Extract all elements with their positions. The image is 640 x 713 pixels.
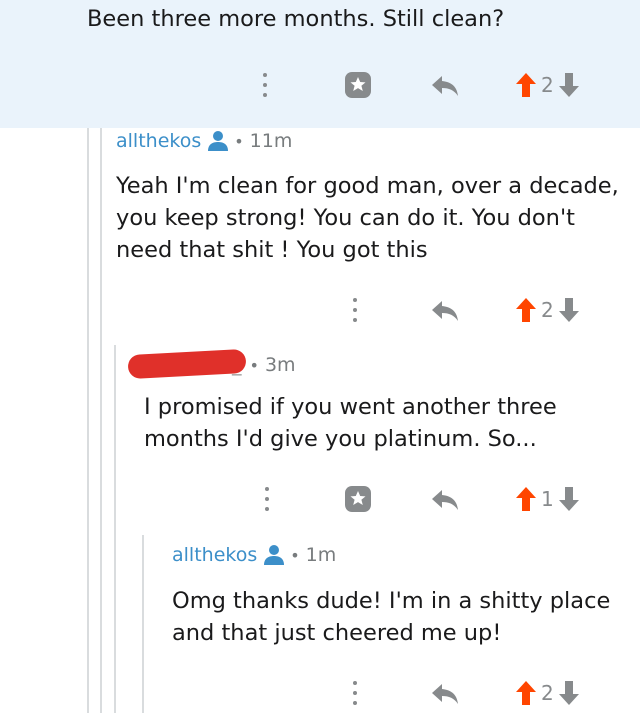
vote-score: 2 (541, 73, 554, 97)
reply-icon[interactable] (428, 680, 462, 708)
vote-score: 2 (541, 681, 554, 705)
comment-timestamp: 11m (249, 130, 293, 152)
comment-body: Yeah I'm clean for good man, over a deca… (116, 173, 619, 263)
username-link[interactable]: allthekos (172, 544, 257, 566)
redaction-mark (127, 348, 247, 380)
comment-body: I promised if you went another three mon… (144, 394, 557, 452)
vote-score: 1 (541, 487, 554, 511)
more-options-icon[interactable] (350, 678, 360, 708)
vote-controls: 1 (515, 484, 580, 514)
upvote-icon[interactable] (515, 72, 537, 98)
thread-line-level-1[interactable] (87, 128, 89, 713)
downvote-icon[interactable] (558, 486, 580, 512)
downvote-icon[interactable] (558, 297, 580, 323)
thread-line-level-3[interactable] (114, 345, 116, 713)
upvote-icon[interactable] (515, 680, 537, 706)
award-icon[interactable] (341, 68, 375, 102)
parent-comment-text: Been three more months. Still clean? (87, 6, 505, 32)
op-user-icon (264, 545, 285, 565)
more-options-icon[interactable] (262, 484, 272, 514)
thread-line-level-2[interactable] (100, 128, 102, 713)
reply-icon[interactable] (428, 486, 462, 514)
comment-body: Omg thanks dude! I'm in a shitty place a… (172, 588, 611, 646)
upvote-icon[interactable] (515, 486, 537, 512)
downvote-icon[interactable] (558, 72, 580, 98)
comment-timestamp: 3m (264, 354, 296, 376)
reply-icon[interactable] (428, 297, 462, 325)
op-user-icon (208, 131, 229, 151)
comment-meta: allthekos • 1m (172, 544, 337, 566)
award-icon[interactable] (341, 482, 375, 516)
reply-icon[interactable] (428, 72, 462, 100)
more-options-icon[interactable] (350, 295, 360, 325)
vote-controls: 2 (515, 70, 580, 100)
thread-line-level-4[interactable] (142, 535, 144, 713)
vote-controls: 2 (515, 678, 580, 708)
comment-meta: _ • 3m (232, 354, 296, 376)
comment-meta: allthekos • 11m (116, 130, 293, 152)
username-link[interactable]: allthekos (116, 130, 201, 152)
username-tail: _ (232, 354, 242, 376)
vote-score: 2 (541, 298, 554, 322)
downvote-icon[interactable] (558, 680, 580, 706)
comment-timestamp: 1m (305, 544, 337, 566)
upvote-icon[interactable] (515, 297, 537, 323)
vote-controls: 2 (515, 295, 580, 325)
more-options-icon[interactable] (260, 70, 270, 100)
